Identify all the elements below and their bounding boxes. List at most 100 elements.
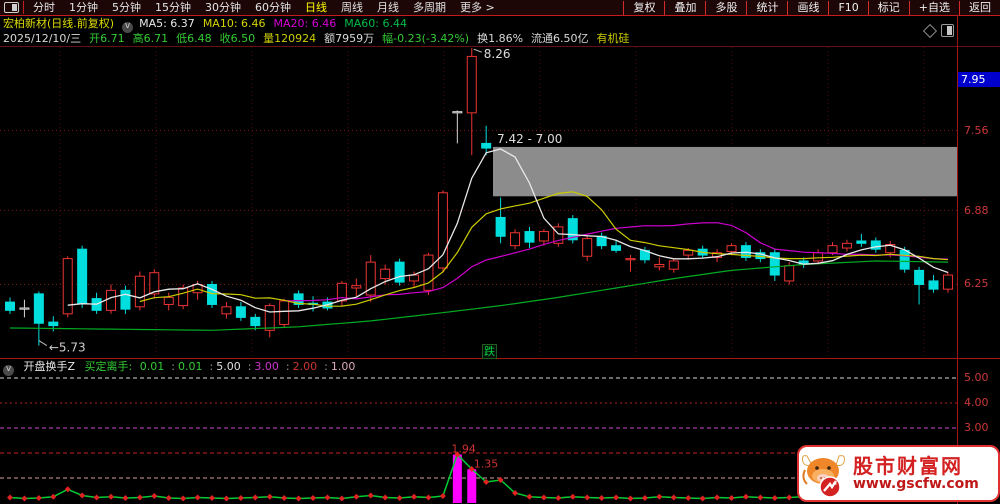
candle-body — [625, 258, 636, 261]
candle-body — [510, 232, 521, 247]
indicator-marker — [136, 494, 143, 501]
indicator-marker — [252, 494, 259, 501]
candle-body — [134, 275, 145, 308]
quote-field-2: 高6.71 — [132, 32, 169, 45]
candle-body — [827, 245, 838, 254]
candle-body — [495, 216, 506, 237]
indicator-param-0: 0.01 — [139, 360, 165, 373]
stock-title: 宏柏新材(日线.前复权) — [3, 17, 115, 30]
indicator-marker — [598, 495, 605, 501]
indicator-marker — [194, 494, 201, 501]
candle-body — [19, 307, 30, 310]
indicator-collapse-icon[interactable]: v — [3, 365, 14, 376]
candle-body — [668, 260, 679, 270]
param-separator: : — [171, 360, 175, 373]
low-price-label: ←5.73 — [49, 341, 86, 355]
candle-body — [726, 245, 737, 253]
indicator-marker — [353, 493, 360, 500]
indicator-marker — [786, 494, 793, 501]
candle-body — [841, 242, 852, 249]
main-axis-label-0: 7.56 — [964, 124, 989, 137]
indicator-param-2: 5.00 — [216, 360, 241, 373]
indicator-marker — [699, 495, 706, 502]
indicator-marker — [771, 495, 778, 501]
indicator-bar — [467, 469, 477, 503]
ma-label-3: MA60: 6.44 — [344, 17, 407, 30]
candle-body — [466, 55, 477, 114]
indicator-marker — [295, 495, 302, 502]
indicator-param-3: 3.00 — [254, 360, 279, 373]
bar-value-label: 1.94 — [451, 443, 476, 456]
candle-body — [437, 192, 448, 269]
indicator-marker — [439, 493, 446, 499]
indicator-marker — [180, 495, 187, 502]
indicator-marker — [728, 495, 735, 501]
candle-body — [264, 305, 275, 331]
indicator-marker — [223, 495, 230, 502]
quote-field-4: 收6.50 — [219, 32, 256, 45]
indicator-param-5: 1.00 — [330, 360, 356, 373]
indicator-marker — [685, 495, 692, 501]
watermark: 股市财富网 www.gscfw.com — [797, 445, 1000, 502]
candle-body — [33, 293, 44, 324]
indicator-marker — [670, 494, 677, 501]
indicator-marker — [411, 493, 418, 500]
indicator-marker — [108, 493, 115, 500]
peak-price-label: 8.26 — [484, 47, 511, 61]
candle-body — [452, 111, 463, 114]
param-separator: : — [324, 360, 328, 373]
candle-body — [279, 300, 290, 325]
candle-body — [221, 306, 232, 315]
indicator-marker — [641, 495, 648, 501]
indicator-marker — [7, 494, 13, 501]
quote-field-6: 额7959万 — [324, 32, 375, 45]
indicator-marker — [324, 494, 331, 501]
candle-body — [784, 265, 795, 282]
indicator-marker — [742, 493, 749, 500]
indicator-marker — [21, 495, 28, 502]
indicator-name[interactable]: 开盘换手Z — [24, 360, 76, 373]
candle-body — [163, 296, 174, 305]
candle-body — [813, 252, 824, 262]
low-pointer-line — [38, 340, 48, 347]
indicator-param-1: 0.01 — [177, 360, 203, 373]
ma-label-2: MA20: 6.46 — [273, 17, 337, 30]
candle-body — [409, 274, 420, 282]
gap-zone-box — [493, 146, 957, 197]
indicator-marker — [613, 494, 620, 501]
bar-value-label: 1.35 — [474, 457, 499, 470]
ma-values: MA5: 6.37 MA10: 6.46 MA20: 6.46 MA60: 6.44 — [139, 17, 415, 30]
indicator-marker — [50, 493, 57, 500]
quote-field-9: 流通6.50亿 — [531, 32, 589, 45]
chart-top-border — [0, 46, 1000, 47]
indicator-marker — [526, 493, 533, 500]
indicator-params: 0.01:0.01:5.00:3.00:2.00:1.00 — [140, 360, 360, 373]
ma-label-0: MA5: 6.37 — [139, 17, 195, 30]
candle-body — [538, 231, 549, 242]
param-separator: : — [247, 360, 252, 373]
panel-split-icon[interactable] — [941, 24, 954, 37]
indicator-marker — [266, 493, 273, 500]
candle-body — [351, 285, 362, 289]
indicator-marker — [310, 495, 317, 501]
indicator-param-4: 2.00 — [292, 360, 318, 373]
quote-field-1: 开6.71 — [89, 32, 125, 45]
watermark-url: www.gscfw.com — [853, 475, 979, 492]
candle-body — [856, 240, 867, 244]
bull-logo-icon — [802, 454, 845, 498]
quote-field-0: 2025/12/10/三 — [3, 32, 82, 45]
indicator-marker — [569, 493, 576, 500]
indicator-marker — [281, 495, 288, 501]
quote-field-3: 低6.48 — [176, 32, 212, 45]
indicator-marker — [93, 494, 100, 501]
indicator-marker — [627, 495, 634, 502]
candle-body — [250, 316, 261, 327]
quote-field-5: 量120924 — [263, 32, 317, 45]
candle-body — [423, 254, 434, 291]
candle-body — [942, 274, 953, 290]
candle-body — [481, 142, 492, 149]
candle-body — [611, 245, 622, 251]
candle-body — [235, 306, 246, 318]
watermark-title: 股市财富网 — [853, 453, 963, 478]
indicator-marker — [540, 494, 547, 501]
